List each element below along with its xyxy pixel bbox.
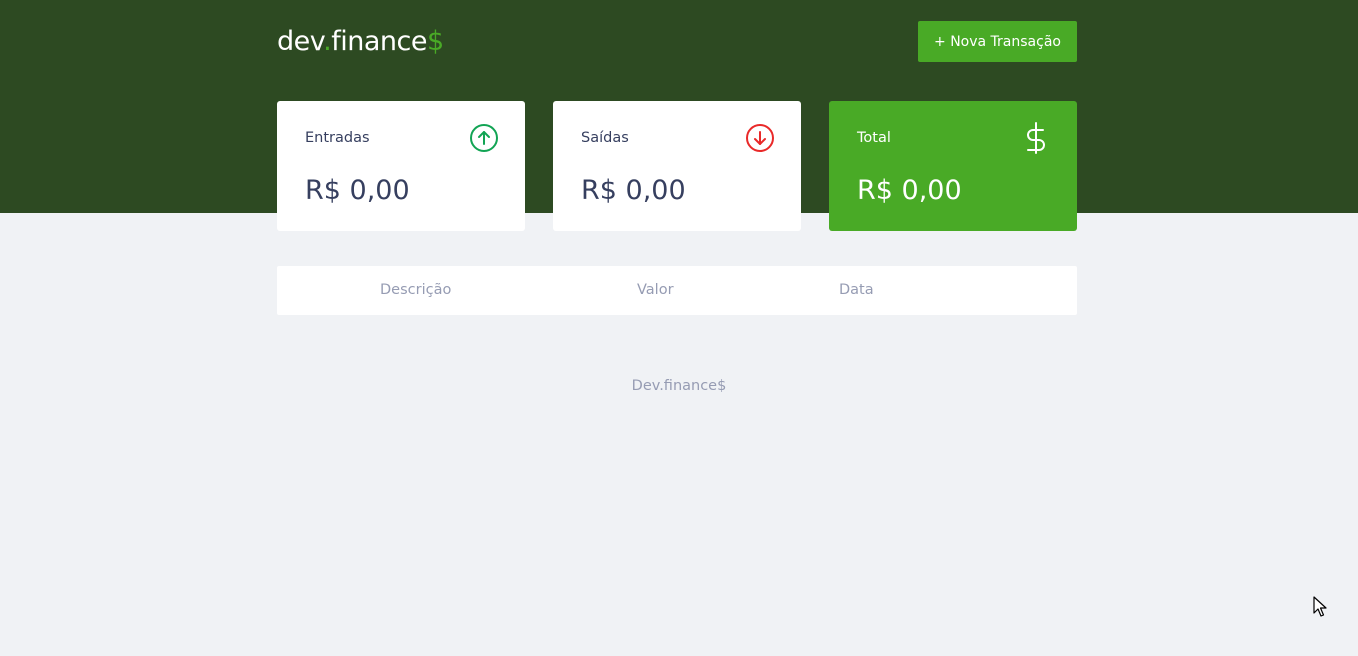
app-logo: dev.finance$: [277, 26, 444, 57]
arrow-up-circle-icon: [469, 123, 499, 153]
income-value: R$ 0,00: [305, 175, 410, 206]
column-header-description: Descrição: [380, 282, 452, 298]
footer-text: Dev.finance$: [631, 378, 727, 394]
column-header-value: Valor: [637, 282, 674, 298]
expense-card: Saídas R$ 0,00: [553, 101, 801, 231]
logo-dollar: $: [426, 26, 444, 57]
new-transaction-button[interactable]: + Nova Transação: [918, 21, 1077, 62]
expense-value: R$ 0,00: [581, 175, 686, 206]
income-card: Entradas R$ 0,00: [277, 101, 525, 231]
income-label: Entradas: [305, 130, 370, 146]
transactions-table-header: Descrição Valor Data: [277, 266, 1077, 315]
dollar-sign-icon: [1021, 122, 1051, 154]
expense-label: Saídas: [581, 130, 629, 146]
mouse-cursor-icon: [1313, 596, 1327, 617]
logo-part-finance: finance: [331, 26, 427, 57]
total-card: Total R$ 0,00: [829, 101, 1077, 231]
total-value: R$ 0,00: [857, 175, 962, 206]
logo-part-dev: dev: [277, 26, 324, 57]
column-header-date: Data: [839, 282, 874, 298]
arrow-down-circle-icon: [745, 123, 775, 153]
total-label: Total: [857, 130, 891, 146]
